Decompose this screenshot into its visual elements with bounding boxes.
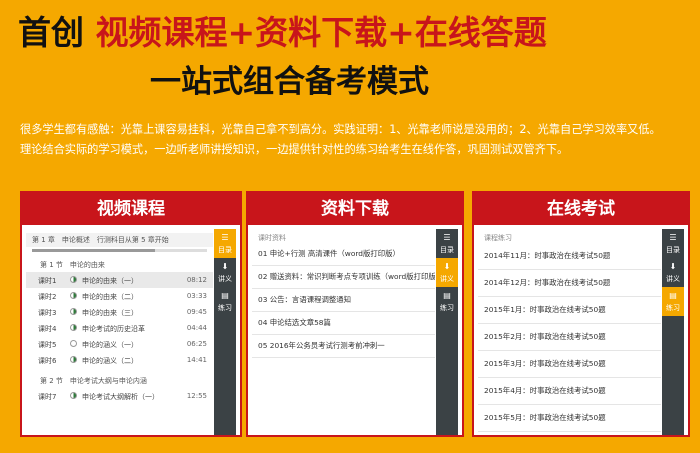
- lesson-title: 申论的涵义（二）: [82, 357, 138, 365]
- lesson-title: 申论的由来（二）: [82, 293, 138, 301]
- sidebar-tab-handout[interactable]: ⬇ 讲义: [436, 258, 458, 287]
- download-icon: ⬇: [669, 262, 677, 271]
- download-icon: ⬇: [221, 262, 229, 271]
- progress-pie-icon: [70, 276, 77, 283]
- material-item[interactable]: 04 申论结选文章58篇: [252, 312, 435, 335]
- lesson-code: 课时2: [38, 293, 57, 301]
- section-heading: 第 1 节 申论的由来: [40, 261, 105, 269]
- materials-sidebar: ☰ 目录 ⬇ 讲义 ▤ 练习: [436, 229, 458, 435]
- exam-item[interactable]: 2015年3月：时事政治在线考试50题: [478, 351, 661, 378]
- lesson-row[interactable]: 课时7 申论考试大纲解析（一） 12:55: [26, 388, 213, 404]
- lesson-row[interactable]: 课时2 申论的由来（二） 03:33: [26, 288, 213, 304]
- intro-line-1: 很多学生都有感触：光靠上课容易挂科，光靠自己拿不到高分。实践证明：1、光靠老师说…: [20, 123, 661, 136]
- lesson-duration: 03:33: [186, 292, 207, 300]
- materials-card: 资料下载 课时资料 01 申论+行测 高清课件（word版打印版） 02 赠送资料…: [246, 191, 464, 437]
- hero-subtitle: 一站式组合备考模式: [150, 64, 429, 100]
- progress-pie-icon: [70, 340, 77, 347]
- chapter-heading: 第 1 章 申论概述 行测科目从第 5 章开始: [26, 233, 213, 247]
- lesson-row[interactable]: 课时5 申论的涵义（一） 06:25: [26, 336, 213, 352]
- lesson-duration: 06:25: [186, 340, 207, 348]
- progress-pie-icon: [70, 292, 77, 299]
- exam-item[interactable]: 2014年11月：时事政治在线考试50题: [478, 243, 661, 270]
- material-item[interactable]: 01 申论+行测 高清课件（word版打印版）: [252, 243, 435, 266]
- document-icon: ▤: [669, 291, 677, 300]
- lesson-duration: 08:12: [186, 276, 207, 284]
- exam-list-header: 课程练习: [484, 234, 512, 242]
- sidebar-tab-handout[interactable]: ⬇ 讲义: [214, 258, 236, 287]
- lesson-row[interactable]: 课时1 申论的由来（一） 08:12: [26, 272, 213, 288]
- lesson-duration: 04:44: [186, 324, 207, 332]
- lesson-list: 第 1 章 申论概述 行测科目从第 5 章开始 第 1 节 申论的由来 课时1 申…: [26, 229, 213, 435]
- exam-item[interactable]: 2015年4月：时事政治在线考试50题: [478, 378, 661, 405]
- material-item[interactable]: 05 2016年公务员考试行测考前冲刺一: [252, 335, 435, 358]
- exam-item[interactable]: 2014年12月：时事政治在线考试50题: [478, 270, 661, 297]
- hero-title-highlight: 视频课程+资料下载+在线答题: [95, 13, 547, 52]
- online-exam-card-title: 在线考试: [474, 193, 688, 225]
- progress-pie-icon: [70, 324, 77, 331]
- intro-line-2: 理论结合实际的学习模式，一边听老师讲授知识，一边提供针对性的练习给考生在线作答，…: [20, 143, 569, 156]
- exam-sidebar: ☰ 目录 ⬇ 讲义 ▤ 练习: [662, 229, 684, 435]
- progress-pie-icon: [70, 356, 77, 363]
- exam-item[interactable]: 2014年6月：时事政治在线考试50题: [478, 432, 661, 435]
- lesson-code: 课时4: [38, 325, 57, 333]
- lesson-row[interactable]: 课时6 申论的涵义（二） 14:41: [26, 352, 213, 368]
- document-icon: ▤: [221, 291, 229, 300]
- lesson-row[interactable]: 课时4 申论考试的历史沿革 04:44: [26, 320, 213, 336]
- list-icon: ☰: [221, 233, 229, 242]
- video-course-card-title: 视频课程: [22, 193, 240, 225]
- lesson-duration: 14:41: [186, 356, 207, 364]
- sidebar-tab-practice[interactable]: ▤ 练习: [436, 287, 458, 316]
- materials-card-title: 资料下载: [248, 193, 462, 225]
- lesson-code: 课时1: [38, 277, 57, 285]
- video-sidebar: ☰ 目录 ⬇ 讲义 ▤ 练习: [214, 229, 236, 435]
- video-course-card: 视频课程 第 1 章 申论概述 行测科目从第 5 章开始 第 1 节 申论的由来…: [20, 191, 242, 437]
- lesson-title: 申论考试大纲解析（一）: [82, 393, 159, 401]
- lesson-code: 课时7: [38, 393, 57, 401]
- online-exam-card: 在线考试 课程练习 2014年11月：时事政治在线考试50题 2014年12月：时…: [472, 191, 690, 437]
- lesson-duration: 12:55: [186, 392, 207, 400]
- sidebar-tab-catalog[interactable]: ☰ 目录: [662, 229, 684, 258]
- lesson-code: 课时5: [38, 341, 57, 349]
- lesson-row[interactable]: 课时3 申论的由来（三） 09:45: [26, 304, 213, 320]
- section-heading-2: 第 2 节 申论考试大纲与申论内涵: [40, 377, 147, 385]
- sidebar-tab-practice[interactable]: ▤ 练习: [214, 287, 236, 316]
- exam-list: 课程练习 2014年11月：时事政治在线考试50题 2014年12月：时事政治在线…: [478, 229, 661, 435]
- lesson-title: 申论的由来（三）: [82, 309, 138, 317]
- material-item[interactable]: 02 赠送资料：常识判断考点专项训练（word版打印版）: [252, 266, 435, 289]
- chapter-progress-bar: [32, 249, 207, 252]
- progress-pie-icon: [70, 308, 77, 315]
- exam-item[interactable]: 2015年2月：时事政治在线考试50题: [478, 324, 661, 351]
- download-icon: ⬇: [443, 262, 451, 271]
- list-icon: ☰: [669, 233, 677, 242]
- lesson-title: 申论的由来（一）: [82, 277, 138, 285]
- exam-item[interactable]: 2015年5月：时事政治在线考试50题: [478, 405, 661, 432]
- material-item[interactable]: 03 公告：言语课程调整通知: [252, 289, 435, 312]
- lesson-code: 课时6: [38, 357, 57, 365]
- lesson-code: 课时3: [38, 309, 57, 317]
- sidebar-tab-handout[interactable]: ⬇ 讲义: [662, 258, 684, 287]
- sidebar-tab-catalog[interactable]: ☰ 目录: [214, 229, 236, 258]
- hero-title-prefix: 首创: [18, 13, 96, 52]
- lesson-duration: 09:45: [186, 308, 207, 316]
- sidebar-tab-practice[interactable]: ▤ 练习: [662, 287, 684, 316]
- exam-item[interactable]: 2015年1月：时事政治在线考试50题: [478, 297, 661, 324]
- lesson-title: 申论的涵义（一）: [82, 341, 138, 349]
- materials-list: 课时资料 01 申论+行测 高清课件（word版打印版） 02 赠送资料：常识判断…: [252, 229, 435, 435]
- document-icon: ▤: [443, 291, 451, 300]
- materials-list-header: 课时资料: [258, 234, 286, 242]
- lesson-title: 申论考试的历史沿革: [82, 325, 145, 333]
- list-icon: ☰: [443, 233, 451, 242]
- progress-pie-icon: [70, 392, 77, 399]
- sidebar-tab-catalog[interactable]: ☰ 目录: [436, 229, 458, 258]
- hero-title: 首创 视频课程+资料下载+在线答题: [18, 6, 547, 52]
